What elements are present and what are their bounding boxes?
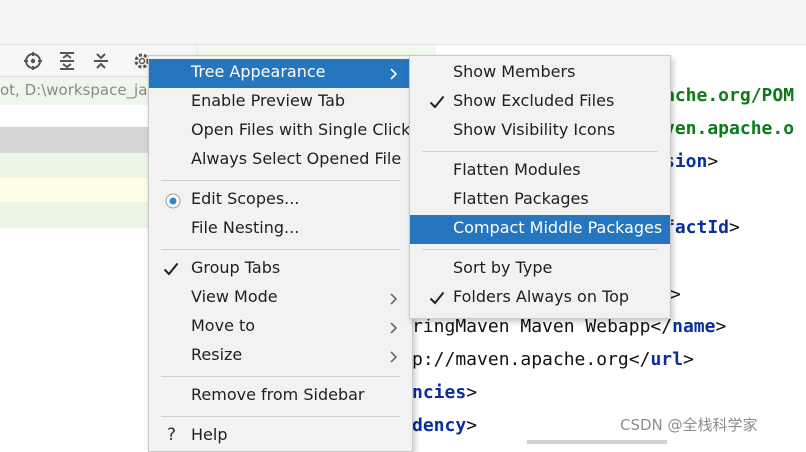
menu-separator (422, 249, 658, 250)
menu-item-file-nesting[interactable]: File Nesting... (149, 215, 412, 244)
menu-item-flatten-packages[interactable]: Flatten Packages (410, 186, 670, 215)
menu-item-always-select-opened-file[interactable]: Always Select Opened File (149, 146, 412, 175)
menu-item-enable-preview-tab[interactable]: Enable Preview Tab (149, 88, 412, 117)
menu-separator (422, 151, 658, 152)
help-icon: ? (167, 425, 177, 445)
expand-all-icon[interactable] (57, 51, 77, 71)
window-top-strip (0, 0, 806, 45)
chevron-right-icon (390, 68, 398, 80)
collapse-all-icon[interactable] (91, 51, 111, 71)
checkmark-icon (429, 95, 445, 109)
menu-item-show-visibility-icons[interactable]: Show Visibility Icons (410, 117, 670, 146)
bottom-tab-indicator (527, 440, 667, 444)
checkmark-icon (163, 262, 179, 276)
menu-item-remove-from-sidebar[interactable]: Remove from Sidebar (149, 382, 412, 411)
code-line: p://maven.apache.org</url> (412, 349, 694, 370)
watermark-text: CSDN @全栈科学家 (620, 416, 758, 434)
menu-separator (161, 249, 400, 250)
menu-item-group-tabs[interactable]: Group Tabs (149, 255, 412, 284)
menu-item-tree-appearance[interactable]: Tree Appearance (149, 59, 412, 88)
menu-item-open-files-single-click[interactable]: Open Files with Single Click (149, 117, 412, 146)
code-line: sion> (664, 151, 719, 172)
tree-selected-row[interactable] (0, 127, 160, 153)
tree-row[interactable] (0, 202, 160, 228)
menu-item-folders-always-on-top[interactable]: Folders Always on Top (410, 284, 670, 313)
code-line: factId> (664, 217, 740, 238)
tree-row[interactable] (0, 153, 160, 178)
menu-item-sort-by-type[interactable]: Sort by Type (410, 255, 670, 284)
project-path-text: ot, D:\workspace_ja (0, 81, 148, 99)
menu-separator (161, 180, 400, 181)
code-line: > (670, 284, 681, 305)
menu-item-show-excluded-files[interactable]: Show Excluded Files (410, 88, 670, 117)
context-menu-main: Tree Appearance Enable Preview Tab Open … (148, 55, 413, 452)
menu-item-show-members[interactable]: Show Members (410, 59, 670, 88)
menu-item-resize[interactable]: Resize (149, 342, 412, 371)
chevron-right-icon (390, 322, 398, 334)
menu-separator (161, 416, 400, 417)
code-line: dency> (412, 415, 478, 436)
menu-item-help[interactable]: ? Help (149, 422, 412, 451)
editor-highlight (196, 45, 436, 55)
menu-item-flatten-modules[interactable]: Flatten Modules (410, 157, 670, 186)
context-submenu-tree-appearance: Show Members Show Excluded Files Show Vi… (409, 55, 671, 319)
menu-item-compact-middle-packages[interactable]: Compact Middle Packages (410, 215, 670, 244)
menu-item-edit-scopes[interactable]: Edit Scopes... (149, 186, 412, 215)
chevron-right-icon (390, 351, 398, 363)
code-line: ringMaven Maven Webapp</name> (412, 316, 727, 337)
checkmark-icon (429, 291, 445, 305)
chevron-right-icon (390, 293, 398, 305)
locate-icon[interactable] (23, 51, 43, 71)
code-line: ncies> (412, 382, 478, 403)
menu-item-view-mode[interactable]: View Mode (149, 284, 412, 313)
code-line: ache.org/POM (664, 85, 795, 106)
radio-icon (165, 193, 181, 209)
menu-item-move-to[interactable]: Move to (149, 313, 412, 342)
tree-row[interactable] (0, 178, 160, 202)
menu-separator (161, 376, 400, 377)
code-line: ven.apache.o (664, 118, 795, 139)
